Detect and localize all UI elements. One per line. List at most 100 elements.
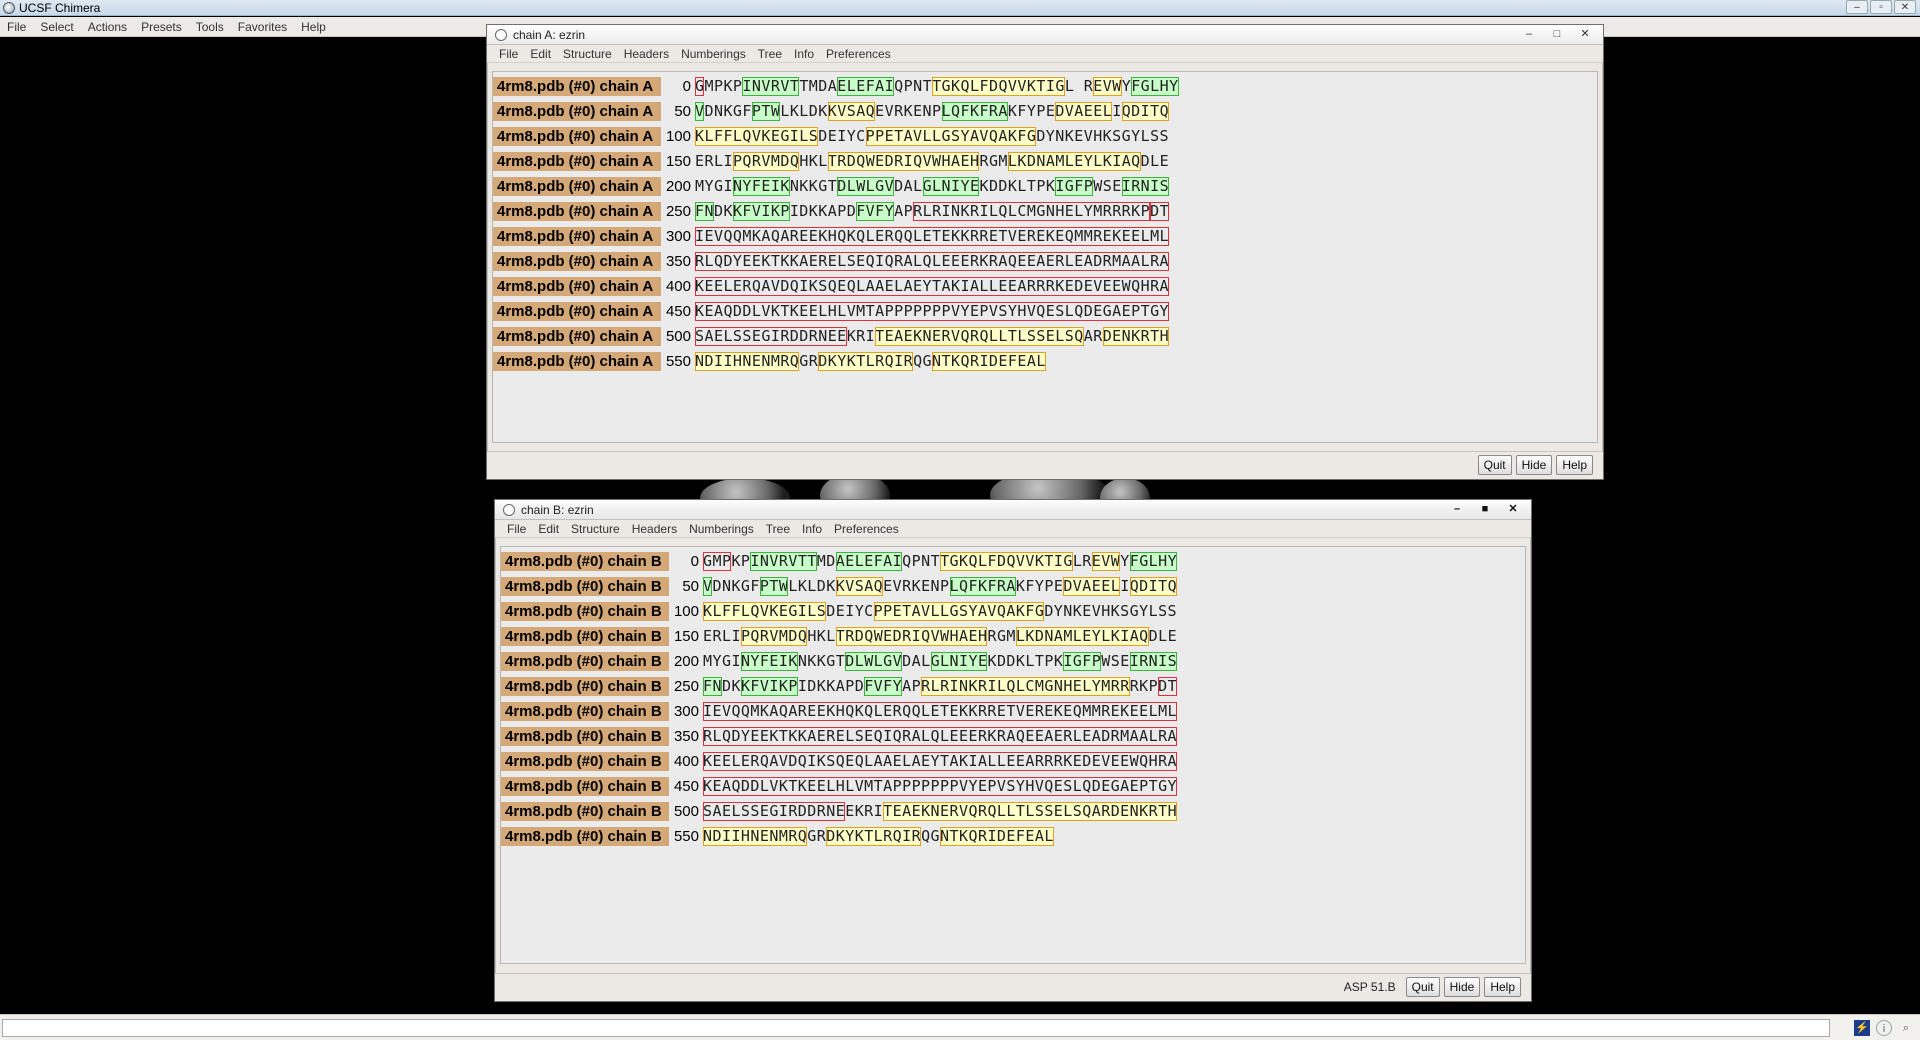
helix-segment[interactable]: EVW (1093, 76, 1122, 96)
menu-numberings[interactable]: Numberings (683, 522, 760, 536)
residue-segment[interactable]: DLE (1149, 627, 1177, 646)
strand-segment[interactable]: FGLHY (1131, 76, 1179, 96)
residue-segment[interactable]: DNKGF (704, 102, 751, 121)
strand-segment[interactable]: KFVIKP (740, 676, 798, 696)
menu-edit[interactable]: Edit (532, 522, 565, 536)
minimize-icon[interactable]: – (1846, 0, 1868, 14)
chain-name-label[interactable]: 4rm8.pdb (#0) chain A (493, 101, 661, 121)
chain-name-label[interactable]: 4rm8.pdb (#0) chain B (501, 676, 669, 696)
strand-segment[interactable]: PTW (751, 101, 781, 121)
hide-button[interactable]: Hide (1515, 455, 1553, 475)
residue-segment[interactable]: ERLI (703, 627, 741, 646)
strand-segment[interactable]: FGLHY (1129, 551, 1178, 571)
chain-name-label[interactable]: 4rm8.pdb (#0) chain B (501, 701, 669, 721)
residue-segment[interactable]: DEIYC (826, 602, 873, 621)
chain-name-label[interactable]: 4rm8.pdb (#0) chain B (501, 776, 669, 796)
residue-segment[interactable]: NKKGT (798, 652, 845, 671)
sequence-text[interactable]: KEAQDDLVKTKEELHLVMTAPPPPPPPVYEPVSYHVQESL… (695, 301, 1170, 321)
strand-segment[interactable]: DLWLGV (845, 651, 903, 671)
sequence-text[interactable]: VDNKGFPTWLKLDKKVSAQEVRKENPLQFKFRAKFYPEDV… (695, 101, 1170, 121)
helix-segment[interactable]: KVSAQ (835, 576, 884, 596)
residue-segment[interactable]: QPNT (894, 77, 932, 96)
sequence-text[interactable]: NDIIHNENMRQGRDKYKTLRQIRQGNTKQRIDEFEAL (703, 826, 1054, 846)
sequence-text[interactable]: KLFFLQVKEGILSDEIYCPPETAVLLGSYAVQAKFGDYNK… (695, 126, 1169, 146)
sequence-text[interactable]: ERLIPQRVMDQHKLTRDQWEDRIQVWHAEHRGMLKDNAML… (695, 151, 1169, 171)
sequence-text[interactable]: IEVQQMKAQAREEKHQKQLERQQLETEKKRRETVEREKEQ… (695, 226, 1170, 246)
sequence-text[interactable]: VDNKGFPTWLKLDKKVSAQEVRKENPLQFKFRAKFYPEDV… (703, 576, 1178, 596)
residue-segment[interactable]: KFYPE (1008, 102, 1055, 121)
minimize-icon[interactable]: – (1517, 27, 1541, 42)
helix-segment[interactable]: PPETAVLLGSYAVQAKFG (873, 601, 1045, 621)
sequence-panel[interactable]: 4rm8.pdb (#0) chain B 0 GMPKPINVRVTTMDAELE… (500, 546, 1526, 964)
residue-segment[interactable]: NKKGT (790, 177, 837, 196)
strand-segment[interactable]: FN (695, 201, 714, 221)
menu-info[interactable]: Info (788, 47, 820, 61)
menu-help[interactable]: Help (294, 20, 333, 34)
menu-structure[interactable]: Structure (557, 47, 618, 61)
zoom-icon[interactable]: ⌕ (1898, 1020, 1914, 1036)
region-segment[interactable]: KEAQDDLVKTKEELHLVMTAPPPPPPPVYEPVSYHVQESL… (695, 301, 1170, 321)
lightning-icon[interactable]: ⚡ (1854, 1020, 1870, 1036)
chain-name-label[interactable]: 4rm8.pdb (#0) chain A (493, 351, 661, 371)
region-segment[interactable]: GMP (703, 551, 732, 571)
chain-name-label[interactable]: 4rm8.pdb (#0) chain A (493, 326, 661, 346)
residue-segment[interactable]: DAL (894, 177, 922, 196)
menu-numberings[interactable]: Numberings (675, 47, 752, 61)
residue-segment[interactable]: AP (894, 202, 913, 221)
window-titlebar[interactable]: chain A: ezrin – □ ✕ (487, 25, 1603, 45)
helix-segment[interactable]: TRDQWEDRIQVWHAEH (827, 151, 980, 171)
residue-segment[interactable]: KFYPE (1016, 577, 1063, 596)
residue-segment[interactable]: QG (913, 352, 932, 371)
chain-name-label[interactable]: 4rm8.pdb (#0) chain A (493, 176, 661, 196)
helix-segment[interactable]: DVAEEL (1055, 101, 1113, 121)
menu-info[interactable]: Info (796, 522, 828, 536)
region-segment[interactable]: SAELSSEGIRDDRNE (703, 801, 846, 821)
strand-segment[interactable]: FVFY (864, 676, 903, 696)
helix-segment[interactable]: DKYKTLRQIR (818, 351, 914, 371)
strand-segment[interactable]: IGFP (1055, 176, 1094, 196)
menu-tools[interactable]: Tools (189, 20, 231, 34)
chain-name-label[interactable]: 4rm8.pdb (#0) chain A (493, 226, 661, 246)
residue-segment[interactable]: RGM (979, 152, 1007, 171)
helix-segment[interactable]: TRDQWEDRIQVWHAEH (835, 626, 988, 646)
chain-name-label[interactable]: 4rm8.pdb (#0) chain B (501, 601, 669, 621)
helix-segment[interactable]: DVAEEL (1063, 576, 1121, 596)
chain-name-label[interactable]: 4rm8.pdb (#0) chain A (493, 76, 661, 96)
sequence-text[interactable]: FNDKKFVIKPIDKKAPDFVFYAPRLRINKRILQLCMGNHE… (703, 676, 1178, 696)
residue-segment[interactable]: DYNKEVHKSGYLSS (1036, 127, 1169, 146)
menu-tree[interactable]: Tree (760, 522, 796, 536)
strand-segment[interactable]: AELEFAI (835, 551, 903, 571)
helix-segment[interactable]: DKYKTLRQIR (826, 826, 922, 846)
residue-segment[interactable]: DNKGF (712, 577, 759, 596)
sequence-text[interactable]: IEVQQMKAQAREEKHQKQLERQQLETEKKRRETVEREKEQ… (703, 701, 1178, 721)
strand-segment[interactable]: GLNIYE (922, 176, 980, 196)
helix-segment[interactable]: NTKQRIDEFEAL (932, 351, 1046, 371)
menu-actions[interactable]: Actions (81, 20, 134, 34)
chain-name-label[interactable]: 4rm8.pdb (#0) chain A (493, 151, 661, 171)
residue-segment[interactable]: LR (1073, 552, 1092, 571)
chain-name-label[interactable]: 4rm8.pdb (#0) chain B (501, 801, 669, 821)
strand-segment[interactable]: DLWLGV (837, 176, 895, 196)
strand-segment[interactable]: IRNIS (1129, 651, 1178, 671)
strand-segment[interactable]: FN (703, 676, 722, 696)
strand-segment[interactable]: V (703, 576, 713, 596)
residue-segment[interactable]: RGM (987, 627, 1015, 646)
helix-segment[interactable]: NDIIHNENMRQ (703, 826, 808, 846)
residue-segment[interactable]: ERLI (695, 152, 733, 171)
chain-name-label[interactable]: 4rm8.pdb (#0) chain A (493, 201, 661, 221)
minimize-icon[interactable]: – (1445, 502, 1469, 517)
menu-headers[interactable]: Headers (618, 47, 675, 61)
strand-segment[interactable]: LQFKFRA (949, 576, 1016, 596)
maximize-icon[interactable]: ■ (1473, 502, 1497, 517)
helix-segment[interactable]: QDITQ (1121, 101, 1170, 121)
helix-segment[interactable]: LKDNAMLEYLKIAQ (1007, 151, 1141, 171)
residue-segment[interactable]: QG (921, 827, 940, 846)
region-segment[interactable]: IEVQQMKAQAREEKHQKQLERQQLETEKKRRETVEREKEQ… (695, 226, 1170, 246)
residue-segment[interactable]: MYGI (703, 652, 741, 671)
residue-segment[interactable]: DYNKEVHKSGYLSS (1044, 602, 1177, 621)
region-segment[interactable]: IEVQQMKAQAREEKHQKQLERQQLETEKKRRETVEREKEQ… (703, 701, 1178, 721)
helix-segment[interactable]: NTKQRIDEFEAL (940, 826, 1054, 846)
helix-segment[interactable]: PPETAVLLGSYAVQAKFG (865, 126, 1037, 146)
close-icon[interactable]: ✕ (1501, 502, 1525, 517)
strand-segment[interactable]: NYFEIK (740, 651, 798, 671)
